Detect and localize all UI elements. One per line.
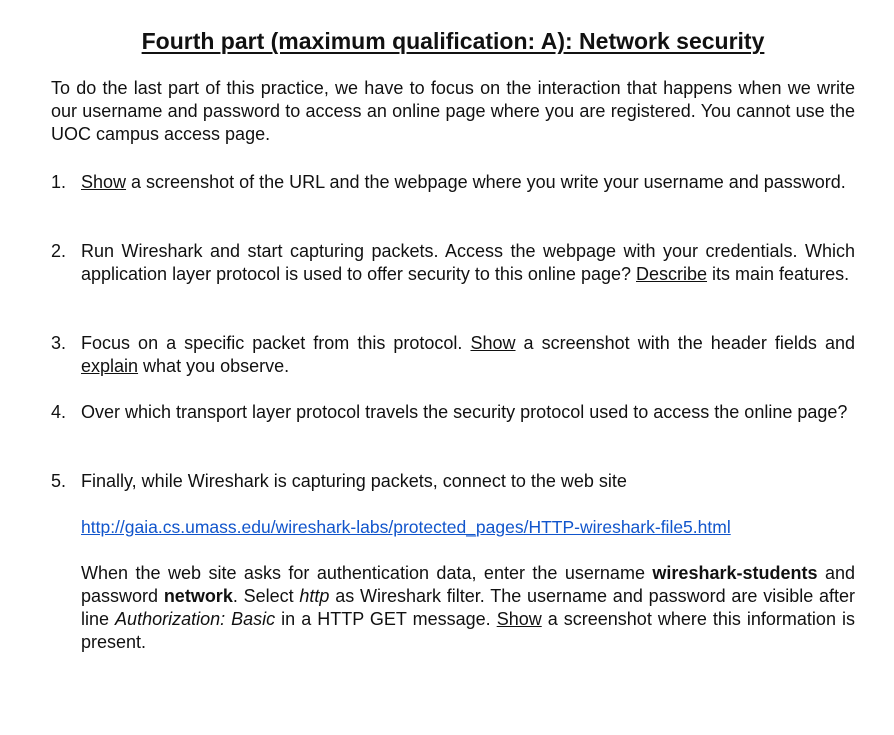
item-text: a screenshot with the header fields and bbox=[515, 333, 855, 353]
item-text: . Select bbox=[232, 586, 300, 606]
list-item-text: Show a screenshot of the URL and the web… bbox=[81, 171, 855, 194]
list-item-text: Finally, while Wireshark is capturing pa… bbox=[81, 471, 627, 491]
list-item-5: 5. Finally, while Wireshark is capturing… bbox=[51, 470, 855, 493]
list-number: 4. bbox=[51, 402, 67, 422]
item-text: in a HTTP GET message. bbox=[275, 609, 497, 629]
item-text: When the web site asks for authenticatio… bbox=[81, 563, 653, 583]
list-number: 5. bbox=[51, 471, 67, 491]
link-paragraph: http://gaia.cs.umass.edu/wireshark-labs/… bbox=[81, 516, 855, 539]
list-item-text: Focus on a specific packet from this pro… bbox=[81, 332, 855, 378]
action-verb: Show bbox=[81, 172, 127, 192]
list-item-1: 1. Show a screenshot of the URL and the … bbox=[51, 171, 855, 194]
list-item-2: 2. Run Wireshark and start capturing pac… bbox=[51, 240, 855, 286]
list-item-text: Run Wireshark and start capturing packet… bbox=[81, 240, 855, 286]
document-page: Fourth part (maximum qualification: A): … bbox=[0, 0, 894, 735]
password-value: network bbox=[163, 586, 233, 606]
instructions-paragraph: When the web site asks for authenticatio… bbox=[81, 562, 855, 654]
list-item-text: Over which transport layer protocol trav… bbox=[81, 402, 848, 422]
intro-paragraph: To do the last part of this practice, we… bbox=[51, 78, 855, 144]
list-item-4: 4. Over which transport layer protocol t… bbox=[51, 401, 855, 424]
list-number: 1. bbox=[51, 172, 67, 192]
item-text: a screenshot of the URL and the webpage … bbox=[126, 172, 846, 192]
auth-header-text: Authorization: Basic bbox=[115, 609, 276, 629]
item-text: what you observe. bbox=[138, 356, 290, 376]
username-value: wireshark-students bbox=[652, 563, 818, 583]
action-verb: Describe bbox=[636, 264, 708, 284]
wireshark-lab-link[interactable]: http://gaia.cs.umass.edu/wireshark-labs/… bbox=[81, 517, 731, 537]
item-text: its main features. bbox=[707, 264, 850, 284]
section-title: Fourth part (maximum qualification: A): … bbox=[141, 28, 765, 54]
filter-value: http bbox=[299, 586, 330, 606]
list-number: 2. bbox=[51, 241, 67, 261]
action-verb: Show bbox=[470, 333, 516, 353]
item-text: Focus on a specific packet from this pro… bbox=[81, 333, 471, 353]
action-verb: explain bbox=[81, 356, 139, 376]
list-item-3: 3. Focus on a specific packet from this … bbox=[51, 332, 855, 378]
action-verb: Show bbox=[496, 609, 542, 629]
list-number: 3. bbox=[51, 333, 67, 353]
